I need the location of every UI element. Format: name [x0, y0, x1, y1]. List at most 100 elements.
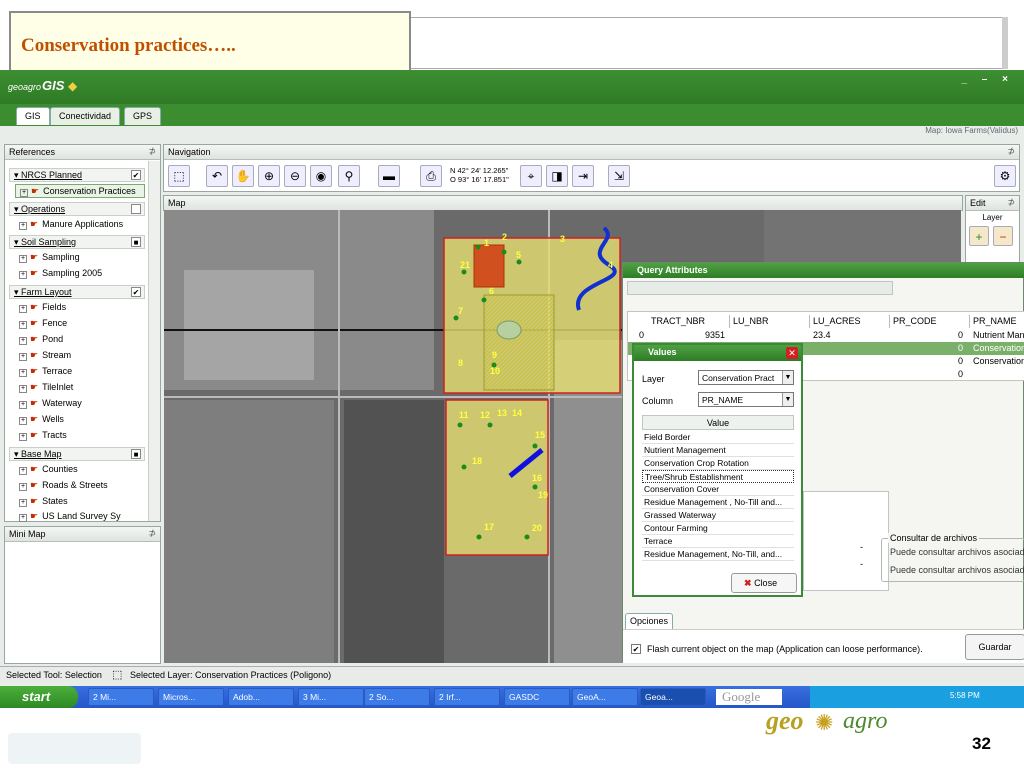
taskbar-item[interactable]: Adob...: [228, 688, 294, 706]
col-header-tract-nbr[interactable]: TRACT_NBR: [648, 315, 730, 328]
value-item[interactable]: Residue Management, No-Till, and...: [642, 548, 794, 561]
sample-point[interactable]: [461, 464, 467, 470]
tab-opciones[interactable]: Opciones: [625, 613, 674, 629]
cell-pr-name[interactable]: Nutrient Mana: [970, 329, 1024, 342]
value-item[interactable]: Terrace: [642, 535, 794, 548]
globe-icon[interactable]: ◉: [310, 165, 332, 187]
cell-pr-code[interactable]: 0: [890, 355, 966, 368]
taskbar-item[interactable]: 2 Mi...: [88, 688, 154, 706]
google-search-box[interactable]: Google: [716, 689, 782, 705]
taskbar-item[interactable]: 2 Irf...: [434, 688, 500, 706]
layer-waterway[interactable]: + ☛ Waterway: [15, 397, 145, 411]
group-checkbox[interactable]: ✔: [131, 170, 141, 180]
tab-gps[interactable]: GPS: [124, 107, 162, 125]
col-header-lu-nbr[interactable]: LU_NBR: [730, 315, 810, 328]
group-checkbox[interactable]: ✔: [131, 287, 141, 297]
taskbar-item[interactable]: 2 So...: [364, 688, 430, 706]
value-item[interactable]: Contour Farming: [642, 522, 794, 535]
value-item[interactable]: Grassed Waterway: [642, 509, 794, 522]
query-filter-bar[interactable]: [627, 281, 893, 295]
sample-point[interactable]: [516, 259, 522, 265]
layer-tracts[interactable]: + ☛ Tracts: [15, 429, 145, 443]
taskbar-item[interactable]: Micros...: [158, 688, 224, 706]
col-header-pr-name[interactable]: PR_NAME: [970, 315, 1024, 328]
group-nrcs-planned[interactable]: ▾ NRCS Planned ✔: [9, 168, 145, 182]
expand-icon[interactable]: +: [19, 305, 27, 313]
cell-pr-code[interactable]: 0: [890, 329, 966, 342]
expand-icon[interactable]: +: [19, 255, 27, 263]
close-button[interactable]: ✖ Close: [731, 573, 797, 593]
pin-icon[interactable]: ⊅: [1007, 146, 1015, 157]
consult-line-2[interactable]: Puede consultar archivos asociado: [890, 565, 1024, 575]
add-layer-icon[interactable]: +: [969, 226, 989, 246]
layer-fence[interactable]: + ☛ Fence: [15, 317, 145, 331]
value-item-selected[interactable]: Tree/Shrub Establishment: [642, 470, 794, 483]
value-item[interactable]: Field Border: [642, 431, 794, 444]
expand-icon[interactable]: +: [19, 467, 27, 475]
undo-icon[interactable]: ↶: [206, 165, 228, 187]
group-checkbox[interactable]: [131, 204, 141, 214]
expand-icon[interactable]: +: [19, 385, 27, 393]
group-farm-layout[interactable]: ▾ Farm Layout ✔: [9, 285, 145, 299]
start-button[interactable]: start: [0, 686, 78, 708]
expand-icon[interactable]: +: [19, 222, 27, 230]
sample-point[interactable]: [475, 244, 481, 250]
sample-point[interactable]: [501, 249, 507, 255]
expand-icon[interactable]: +: [19, 433, 27, 441]
zoom-out-icon[interactable]: ⊖: [284, 165, 306, 187]
pin-icon[interactable]: ⊅: [1007, 197, 1015, 208]
layer-tileinlet[interactable]: + ☛ TileInlet: [15, 381, 145, 395]
col-header-pr-code[interactable]: PR_CODE: [890, 315, 970, 328]
group-checkbox[interactable]: ■: [131, 449, 141, 459]
cell-pr-code[interactable]: 0: [890, 342, 966, 355]
taskbar-item[interactable]: GASDC: [504, 688, 570, 706]
col-header-lu-acres[interactable]: LU_ACRES: [810, 315, 890, 328]
taskbar-item[interactable]: GeoA...: [572, 688, 638, 706]
zoom-in-icon[interactable]: ⊕: [258, 165, 280, 187]
pin-icon[interactable]: ⊅: [148, 146, 156, 157]
layer-roads-streets[interactable]: + ☛ Roads & Streets: [15, 479, 145, 493]
expand-icon[interactable]: +: [20, 189, 28, 197]
value-item[interactable]: Residue Management , No-Till and...: [642, 496, 794, 509]
column-select[interactable]: PR_NAME ▼: [698, 392, 794, 407]
sample-point[interactable]: [461, 269, 467, 275]
group-checkbox[interactable]: ■: [131, 237, 141, 247]
value-item[interactable]: Conservation Crop Rotation: [642, 457, 794, 470]
layer-terrace[interactable]: + ☛ Terrace: [15, 365, 145, 379]
flash-checkbox[interactable]: ✔: [631, 644, 641, 654]
tab-conectividad[interactable]: Conectividad: [50, 107, 121, 125]
layer-wells[interactable]: + ☛ Wells: [15, 413, 145, 427]
print-icon[interactable]: ⎙: [420, 165, 442, 187]
identify-icon[interactable]: ⚲: [338, 165, 360, 187]
expand-icon[interactable]: +: [19, 271, 27, 279]
expand-icon[interactable]: +: [19, 514, 27, 522]
remove-layer-icon[interactable]: −: [993, 226, 1013, 246]
tab-gis[interactable]: GIS: [16, 107, 50, 125]
expand-icon[interactable]: +: [19, 401, 27, 409]
close-icon[interactable]: ✕: [786, 347, 798, 359]
layer-sampling-2005[interactable]: + ☛ Sampling 2005: [15, 267, 145, 281]
layer-manure-applications[interactable]: + ☛ Manure Applications: [15, 218, 145, 232]
layer-counties[interactable]: + ☛ Counties: [15, 463, 145, 477]
layer-select[interactable]: Conservation Pract ▼: [698, 370, 794, 385]
cell-pr-name[interactable]: Conservation: [970, 355, 1024, 368]
sample-point[interactable]: [524, 534, 530, 540]
window-controls[interactable]: _ – ×: [961, 74, 1014, 85]
references-scrollbar[interactable]: [148, 161, 160, 521]
sample-point[interactable]: [481, 297, 487, 303]
consult-line-1[interactable]: Puede consultar archivos asociado: [890, 547, 1024, 557]
cell-lu-acres[interactable]: 23.4: [810, 329, 834, 342]
taskbar-item[interactable]: 3 Mi...: [298, 688, 364, 706]
expand-icon[interactable]: +: [19, 337, 27, 345]
layers-icon[interactable]: ◨: [546, 165, 568, 187]
sample-point[interactable]: [457, 422, 463, 428]
query-icon[interactable]: ⇲: [608, 165, 630, 187]
chevron-down-icon[interactable]: ▼: [782, 393, 793, 406]
layer-stream[interactable]: + ☛ Stream: [15, 349, 145, 363]
sample-point[interactable]: [487, 422, 493, 428]
settings-gear-icon[interactable]: ⚙: [994, 165, 1016, 187]
expand-icon[interactable]: +: [19, 417, 27, 425]
info-icon[interactable]: ⌖: [520, 165, 542, 187]
expand-icon[interactable]: +: [19, 483, 27, 491]
sample-point[interactable]: [476, 534, 482, 540]
